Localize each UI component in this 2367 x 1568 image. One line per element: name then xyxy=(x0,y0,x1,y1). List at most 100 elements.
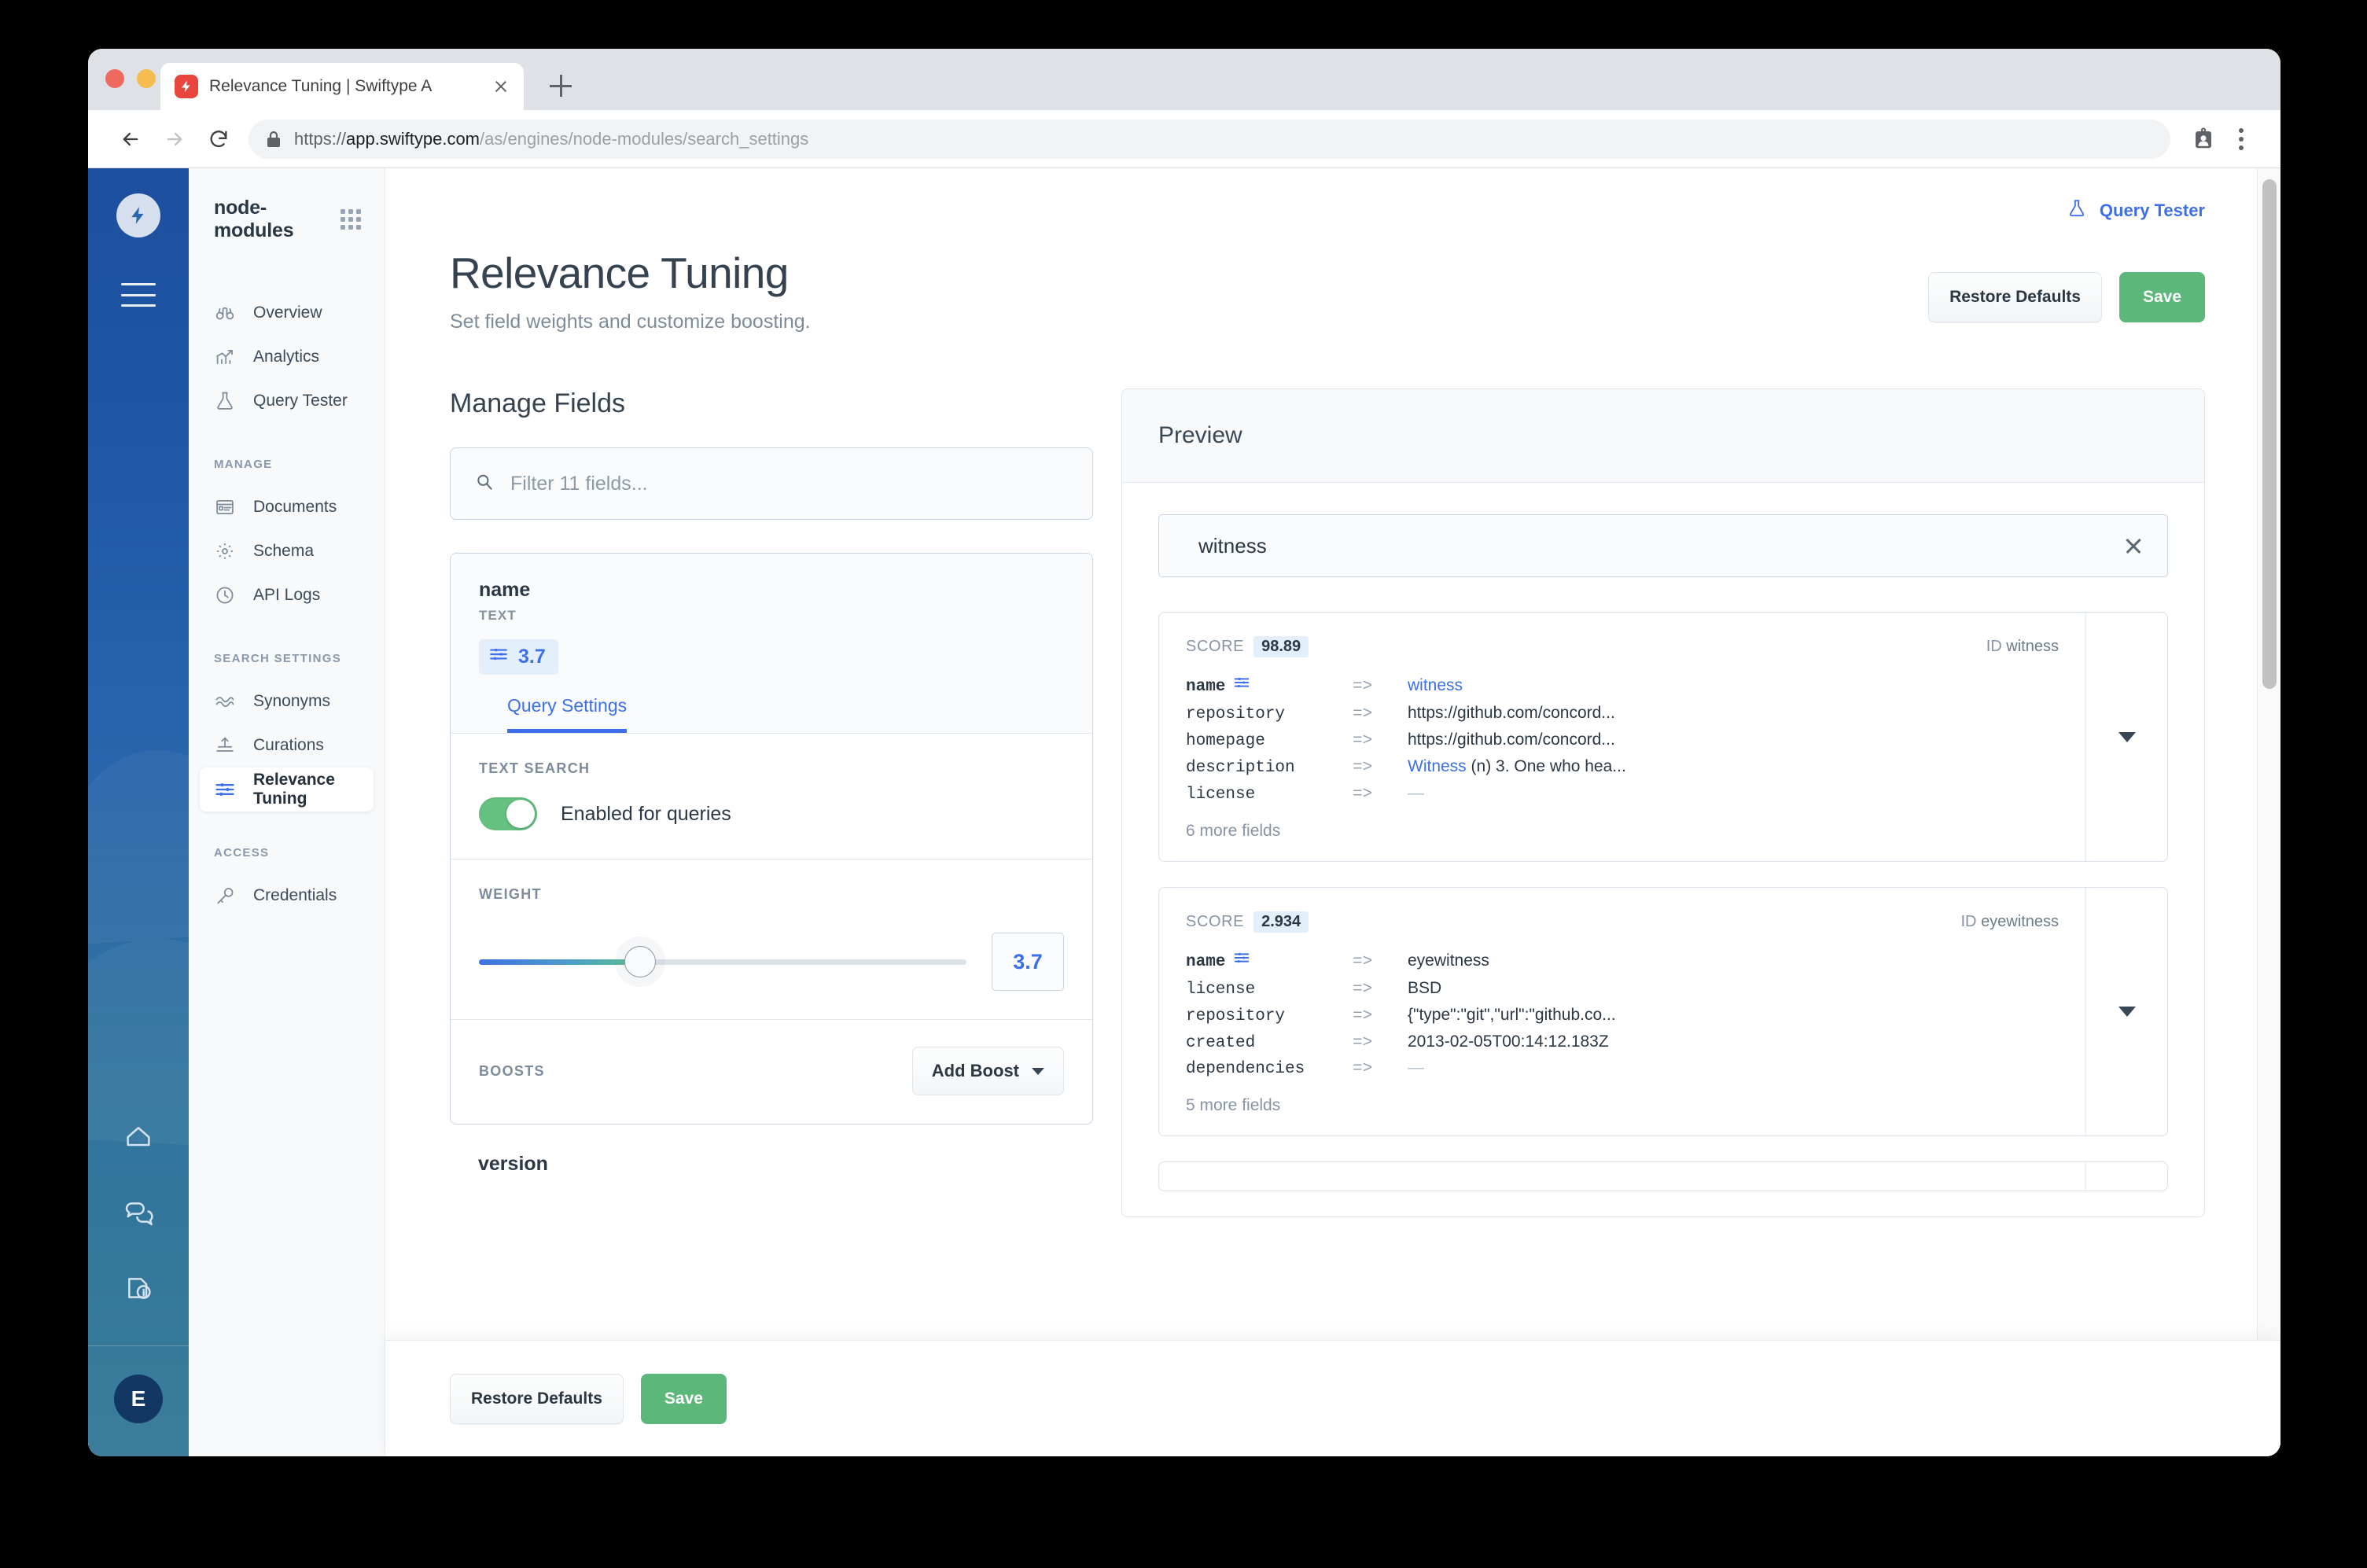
url-scheme: https:// xyxy=(294,128,347,149)
sidebar-item-synonyms[interactable]: Synonyms xyxy=(200,679,374,723)
swiftype-bolt-logo[interactable] xyxy=(116,193,160,237)
save-button[interactable]: Save xyxy=(2119,272,2205,322)
expand-result-button[interactable] xyxy=(2085,613,2167,861)
flask-icon xyxy=(2067,197,2087,225)
field-name: name xyxy=(479,579,531,602)
result-field-arrow: => xyxy=(1353,1033,1373,1052)
result-id-label: ID xyxy=(1986,638,2002,656)
result-field-row: repository => {"type":"git","url":"githu… xyxy=(1186,1003,2059,1029)
browser-toolbar: https://app.swiftype.com/as/engines/node… xyxy=(88,110,2280,168)
result-field-arrow: => xyxy=(1353,980,1373,999)
back-arrow-icon[interactable] xyxy=(109,117,153,161)
sidebar-item-label: Credentials xyxy=(253,886,337,904)
result-card[interactable]: SCORE 2.934 ID eyewitness name => eyewit… xyxy=(1158,886,2168,1137)
field-weight-chip-value: 3.7 xyxy=(518,646,546,668)
result-score: SCORE 2.934 xyxy=(1186,911,1309,933)
save-button[interactable]: Save xyxy=(640,1373,727,1424)
expand-result-button[interactable] xyxy=(2085,887,2167,1136)
preview-search-input[interactable] xyxy=(1198,533,2104,558)
browser-tabstrip: Relevance Tuning | Swiftype A xyxy=(88,49,2280,110)
sidebar-item-query-tester[interactable]: Query Tester xyxy=(200,379,374,423)
preview-search[interactable] xyxy=(1158,514,2168,578)
result-field-key: name xyxy=(1186,949,1353,976)
kebab-menu-icon[interactable] xyxy=(2222,120,2260,158)
result-field-arrow: => xyxy=(1353,758,1373,777)
text-search-toggle[interactable] xyxy=(479,797,537,831)
result-card[interactable]: SCORE 98.89 ID witness name => witness r… xyxy=(1158,612,2168,862)
sidebar-item-credentials[interactable]: Credentials xyxy=(200,874,374,918)
result-field-value: BSD xyxy=(1408,978,1442,997)
new-tab-button[interactable] xyxy=(543,68,579,104)
close-icon[interactable] xyxy=(2122,534,2145,558)
chevron-down-icon xyxy=(2118,1007,2136,1018)
page-header-actions: Restore Defaults Save xyxy=(1928,248,2205,322)
result-field-key: homepage xyxy=(1186,732,1265,751)
sidebar-group-manage: MANAGE xyxy=(214,458,273,471)
result-field-arrow: => xyxy=(1353,1060,1373,1079)
close-tab-button[interactable] xyxy=(489,75,513,98)
sliders-icon xyxy=(1233,949,1250,976)
sidebar-item-relevance-tuning[interactable]: Relevance Tuning xyxy=(200,767,374,812)
flask-icon xyxy=(214,390,236,412)
minimize-window-button[interactable] xyxy=(137,69,156,88)
hamburger-icon[interactable] xyxy=(121,283,156,307)
sidebar-item-schema[interactable]: Schema xyxy=(200,529,374,573)
restore-defaults-button[interactable]: Restore Defaults xyxy=(450,1373,624,1424)
result-field-arrow: => xyxy=(1353,952,1373,971)
address-bar[interactable]: https://app.swiftype.com/as/engines/node… xyxy=(248,119,2170,159)
sidebar-item-label: Synonyms xyxy=(253,692,331,710)
page-header: Relevance Tuning Set field weights and c… xyxy=(385,225,2280,333)
chevron-down-icon xyxy=(1032,1067,1044,1075)
swiftype-favicon-icon xyxy=(175,75,198,98)
result-field-key-text: name xyxy=(1186,678,1226,697)
docs-info-icon[interactable] xyxy=(120,1270,156,1306)
result-more-fields[interactable]: 6 more fields xyxy=(1186,822,2059,841)
browser-tab[interactable]: Relevance Tuning | Swiftype A xyxy=(160,63,524,110)
restore-defaults-button[interactable]: Restore Defaults xyxy=(1928,272,2102,322)
url-text: https://app.swiftype.com/as/engines/node… xyxy=(294,129,808,149)
field-filter-input[interactable] xyxy=(510,472,1069,495)
weight-value-input[interactable]: 3.7 xyxy=(992,933,1064,992)
result-card[interactable] xyxy=(1158,1161,2168,1192)
result-field-row: description => Witness (n) 3. One who he… xyxy=(1186,754,2059,781)
reload-icon[interactable] xyxy=(197,117,241,161)
home-icon[interactable] xyxy=(120,1119,156,1155)
result-field-arrow: => xyxy=(1353,678,1373,697)
engine-name: node-modules xyxy=(214,197,294,241)
preview-header: Preview xyxy=(1122,389,2204,484)
chat-icon[interactable] xyxy=(120,1194,156,1231)
sidebar-item-label: Analytics xyxy=(253,348,320,366)
result-score-value: 98.89 xyxy=(1253,636,1309,658)
weight-slider-knob[interactable] xyxy=(624,946,656,978)
sidebar-item-api-logs[interactable]: API Logs xyxy=(200,573,374,617)
profile-card-icon[interactable] xyxy=(2185,120,2222,158)
chart-trend-icon xyxy=(214,346,236,368)
tab-query-settings[interactable]: Query Settings xyxy=(507,695,628,734)
page-scrollbar[interactable] xyxy=(2257,168,2280,1456)
close-window-button[interactable] xyxy=(105,69,124,88)
query-tester-link[interactable]: Query Tester xyxy=(2067,197,2205,225)
sidebar-item-overview[interactable]: Overview xyxy=(200,291,374,335)
result-field-value: https://github.com/concord... xyxy=(1408,731,1615,749)
preview-body: SCORE 98.89 ID witness xyxy=(1122,483,2204,1192)
weight-slider-fill xyxy=(479,959,640,966)
app-grid-icon[interactable] xyxy=(341,209,361,230)
result-field-row: dependencies => — xyxy=(1186,1055,2059,1082)
page-subtitle: Set field weights and customize boosting… xyxy=(450,311,811,333)
result-more-fields[interactable]: 5 more fields xyxy=(1186,1096,2059,1115)
forward-arrow-icon[interactable] xyxy=(153,117,197,161)
field-filter[interactable] xyxy=(450,447,1093,521)
field-weight-chip: 3.7 xyxy=(479,639,558,675)
expand-result-button[interactable] xyxy=(2085,1162,2167,1191)
weight-slider[interactable] xyxy=(479,946,966,978)
result-field-key: created xyxy=(1186,1033,1256,1052)
boosts-section: BOOSTS Add Boost xyxy=(451,1019,1092,1124)
result-id-value: witness xyxy=(2006,638,2059,656)
sidebar-item-documents[interactable]: Documents xyxy=(200,485,374,529)
sidebar-item-curations[interactable]: Curations xyxy=(200,723,374,767)
sidebar-item-analytics[interactable]: Analytics xyxy=(200,335,374,379)
add-boost-button[interactable]: Add Boost xyxy=(911,1047,1064,1096)
result-field-row: created => 2013-02-05T00:14:12.183Z xyxy=(1186,1029,2059,1056)
avatar[interactable]: E xyxy=(114,1375,163,1423)
scrollbar-thumb[interactable] xyxy=(2262,179,2277,689)
